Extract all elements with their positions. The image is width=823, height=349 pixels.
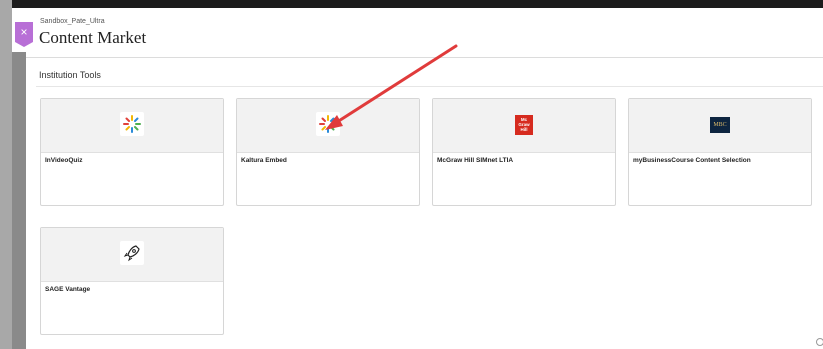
annotation-arrow [325, 44, 458, 130]
help-icon[interactable] [816, 338, 823, 346]
